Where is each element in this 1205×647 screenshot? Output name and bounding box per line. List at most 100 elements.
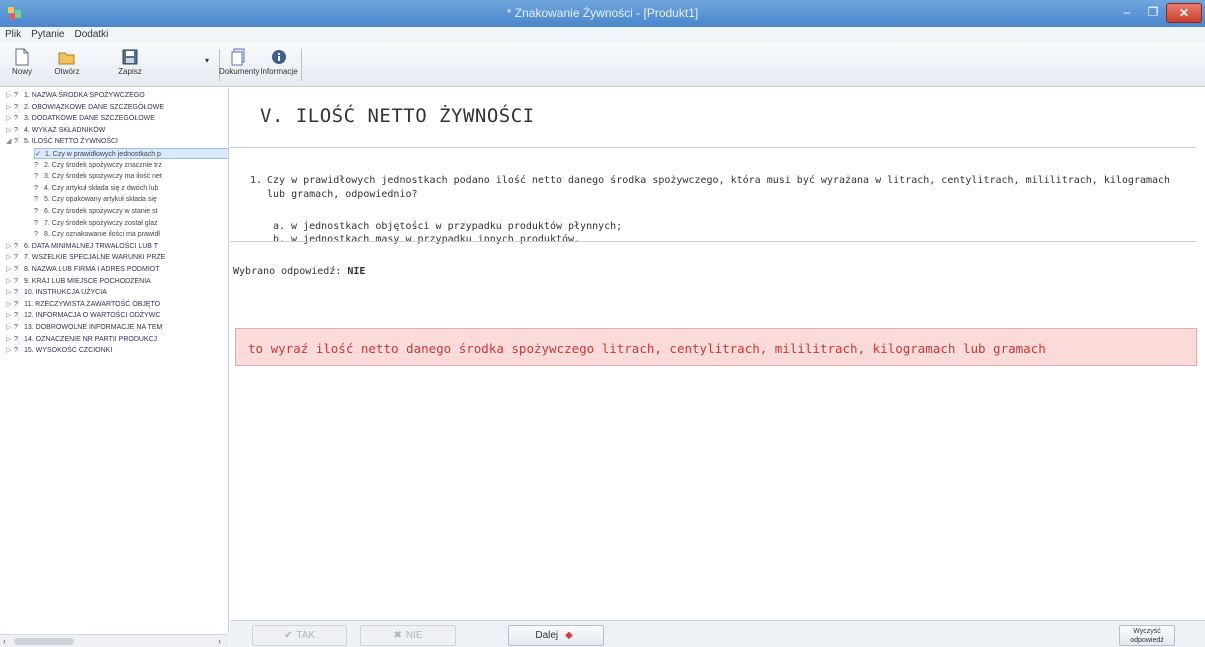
- tree-item-label: 6. DATA MINIMALNEJ TRWAŁOŚCI LUB T: [24, 242, 159, 250]
- expand-toggle-icon[interactable]: ▷: [6, 102, 14, 113]
- tree-item-label: 10. INSTRUKCJA UŻYCIA: [24, 289, 107, 297]
- cross-icon: ✖: [393, 630, 402, 641]
- check-icon: ✔: [283, 630, 293, 641]
- scroll-left-arrow-icon[interactable]: ‹: [3, 636, 6, 646]
- tree-item-label: 1. NAZWA ŚRODKA SPOŻYWCZEGO: [24, 92, 145, 99]
- menu-plik[interactable]: Plik: [0, 27, 26, 42]
- expand-toggle-icon[interactable]: ◢: [6, 136, 14, 147]
- yes-button[interactable]: ✔ TAK: [252, 625, 347, 646]
- new-button[interactable]: Nowy: [2, 46, 42, 84]
- no-button[interactable]: ✖ NIE: [360, 625, 456, 646]
- tree-item[interactable]: ▷? 14. OZNACZENIE NR PARTII PRODUKCJ: [6, 334, 228, 345]
- save-label: Zapisz: [118, 67, 142, 76]
- divider: [230, 241, 1196, 242]
- tree-item[interactable]: ▷? 13. DOBROWOLNE INFORMACJE NA TEM: [6, 322, 228, 333]
- expand-toggle-icon[interactable]: ▷: [6, 252, 14, 263]
- window-title: * Znakowanie Żywności - [Produkt1]: [506, 6, 699, 20]
- unanswered-question-icon: ?: [34, 219, 38, 227]
- floppy-disk-icon: [122, 49, 138, 65]
- tree-item-label: 3. DODATKOWE DANE SZCZEGÓŁOWE: [24, 115, 155, 123]
- tree-subitem[interactable]: ? 8. Czy oznakowanie ilości ma prawidł: [34, 229, 228, 240]
- expand-toggle-icon[interactable]: ▷: [6, 264, 14, 275]
- unanswered-question-icon: ?: [34, 184, 38, 192]
- tree-subitem[interactable]: ? 6. Czy środek spożywczy w stanie st: [34, 206, 228, 217]
- tree-item-label: 4. WYKAZ SKŁADNIKÓW: [24, 126, 106, 134]
- tree-item-label: 7. WSZELKIE SPECJALNE WARUNKI PRZE: [24, 254, 166, 262]
- expand-toggle-icon[interactable]: ▷: [6, 345, 14, 356]
- tree-subitem[interactable]: ? 7. Czy środek spożywczy został glaz: [34, 218, 228, 229]
- tree-item-label: 1. Czy w prawidłowych jednostkach p: [45, 151, 161, 158]
- tree-item-label: 5. Czy opakowany artykuł składa się: [44, 196, 157, 204]
- tree-item[interactable]: ▷? 7. WSZELKIE SPECJALNE WARUNKI PRZE: [6, 252, 228, 263]
- expand-toggle-icon[interactable]: ▷: [6, 334, 14, 345]
- next-label: Dalej: [535, 630, 559, 641]
- unanswered-question-icon: ?: [14, 138, 18, 146]
- toolbar-separator: [301, 49, 302, 81]
- tree-item[interactable]: ▷? 1. NAZWA ŚRODKA SPOŻYWCZEGO: [6, 90, 228, 101]
- question-tree: ▷? 1. NAZWA ŚRODKA SPOŻYWCZEGO ▷? 2. OBOWIĄ…: [0, 88, 229, 633]
- tree-item[interactable]: ▷? 6. DATA MINIMALNEJ TRWAŁOŚCI LUB T: [6, 241, 228, 252]
- unanswered-question-icon: ?: [34, 231, 38, 239]
- tree-subitem[interactable]: ✓ 1. Czy w prawidłowych jednostkach p: [34, 148, 228, 159]
- tree-subitem[interactable]: ? 5. Czy opakowany artykuł składa się: [34, 194, 228, 205]
- folder-open-icon: [58, 52, 75, 65]
- tree-item[interactable]: ▷? 15. WYSOKOŚĆ CZCIONKI: [6, 345, 228, 356]
- documents-label: Dokumenty: [219, 67, 260, 76]
- clear-answer-button[interactable]: Wyczyść odpowiedź: [1119, 625, 1175, 646]
- info-button[interactable]: Informacje: [259, 46, 299, 84]
- unanswered-question-icon: ?: [34, 208, 38, 215]
- expand-toggle-icon[interactable]: ▷: [6, 310, 14, 321]
- option-a: a. w jednostkach objętości w przypadku p…: [273, 221, 623, 232]
- tree-subitem[interactable]: ? 4. Czy artykuł składa się z dwóch lub: [34, 183, 228, 194]
- tree-item[interactable]: ▷? 12. INFORMACJA O WARTOŚCI ODŻYWC: [6, 310, 228, 321]
- expand-toggle-icon[interactable]: ▷: [6, 322, 14, 333]
- expand-toggle-icon[interactable]: ▷: [6, 287, 14, 298]
- unanswered-question-icon: ?: [14, 92, 18, 99]
- tree-item[interactable]: ▷? 9. KRAJ LUB MIEJSCE POCHODZENIA: [6, 276, 228, 287]
- info-icon: [272, 50, 286, 64]
- menu-pytanie[interactable]: Pytanie: [26, 27, 69, 42]
- expand-toggle-icon[interactable]: ▷: [6, 125, 14, 136]
- open-label: Otwórz: [54, 67, 80, 76]
- expand-toggle-icon[interactable]: ▷: [6, 299, 14, 310]
- expand-toggle-icon[interactable]: ▷: [6, 90, 14, 101]
- tree-subitem[interactable]: ? 2. Czy środek spożywczy znacznie trz: [34, 160, 228, 171]
- tree-item[interactable]: ▷? 4. WYKAZ SKŁADNIKÓW: [6, 125, 228, 136]
- menu-bar: Plik Pytanie Dodatki: [0, 27, 1205, 43]
- expand-toggle-icon[interactable]: ▷: [6, 113, 14, 124]
- tree-subitem[interactable]: ? 3. Czy środek spożywczy ma ilość net: [34, 171, 228, 182]
- minimize-button[interactable]: –: [1114, 3, 1140, 23]
- tree-item[interactable]: ▷? 3. DODATKOWE DANE SZCZEGÓŁOWE: [6, 113, 228, 124]
- selected-answer: Wybrano odpowiedź: NIE: [233, 266, 365, 277]
- save-dropdown-icon[interactable]: ▾: [205, 56, 209, 65]
- tree-item-label: 2. OBOWIĄZKOWE DANE SZCZEGÓŁOWE: [24, 103, 165, 111]
- scroll-right-arrow-icon[interactable]: ›: [218, 636, 221, 646]
- tree-item[interactable]: ▷? 11. RZECZYWISTA ZAWARTOŚĆ OBJĘTO: [6, 299, 228, 310]
- tree-item-label: 11. RZECZYWISTA ZAWARTOŚĆ OBJĘTO: [24, 300, 161, 308]
- menu-dodatki[interactable]: Dodatki: [69, 27, 113, 42]
- tree-item[interactable]: ▷? 8. NAZWA LUB FIRMA I ADRES PODMIOT: [6, 264, 228, 275]
- tree-horizontal-scrollbar[interactable]: ‹ ›: [0, 634, 229, 647]
- unanswered-question-icon: ?: [34, 173, 38, 181]
- documents-icon: [231, 48, 245, 66]
- expand-toggle-icon[interactable]: ▷: [6, 276, 14, 287]
- open-button[interactable]: Otwórz: [47, 46, 87, 84]
- unanswered-question-icon: ?: [14, 103, 18, 111]
- expand-toggle-icon[interactable]: ▷: [6, 241, 14, 252]
- tree-item[interactable]: ◢? 5. ILOŚĆ NETTO ŻYWNOŚCI: [6, 136, 228, 147]
- tree-item[interactable]: ▷? 2. OBOWIĄZKOWE DANE SZCZEGÓŁOWE: [6, 102, 228, 113]
- maximize-button[interactable]: ❐: [1140, 3, 1166, 23]
- next-button[interactable]: Dalej ◆: [508, 625, 604, 646]
- unanswered-question-icon: ?: [14, 312, 18, 320]
- scrollbar-thumb[interactable]: [14, 638, 74, 645]
- close-button[interactable]: ✕: [1166, 3, 1202, 23]
- tree-item-label: 9. KRAJ LUB MIEJSCE POCHODZENIA: [24, 277, 151, 285]
- tree-item[interactable]: ▷? 10. INSTRUKCJA UŻYCIA: [6, 287, 228, 298]
- question-number: 1.: [250, 175, 263, 186]
- bottom-bar: ✔ TAK ✖ NIE Dalej ◆ Wyczyść odpowiedź: [230, 620, 1205, 647]
- documents-button[interactable]: Dokumenty: [219, 46, 259, 84]
- unanswered-question-icon: ?: [14, 300, 18, 308]
- tree-item-label: 5. ILOŚĆ NETTO ŻYWNOŚCI: [24, 138, 118, 146]
- answer-value: NIE: [347, 266, 366, 277]
- save-button[interactable]: Zapisz: [110, 46, 150, 84]
